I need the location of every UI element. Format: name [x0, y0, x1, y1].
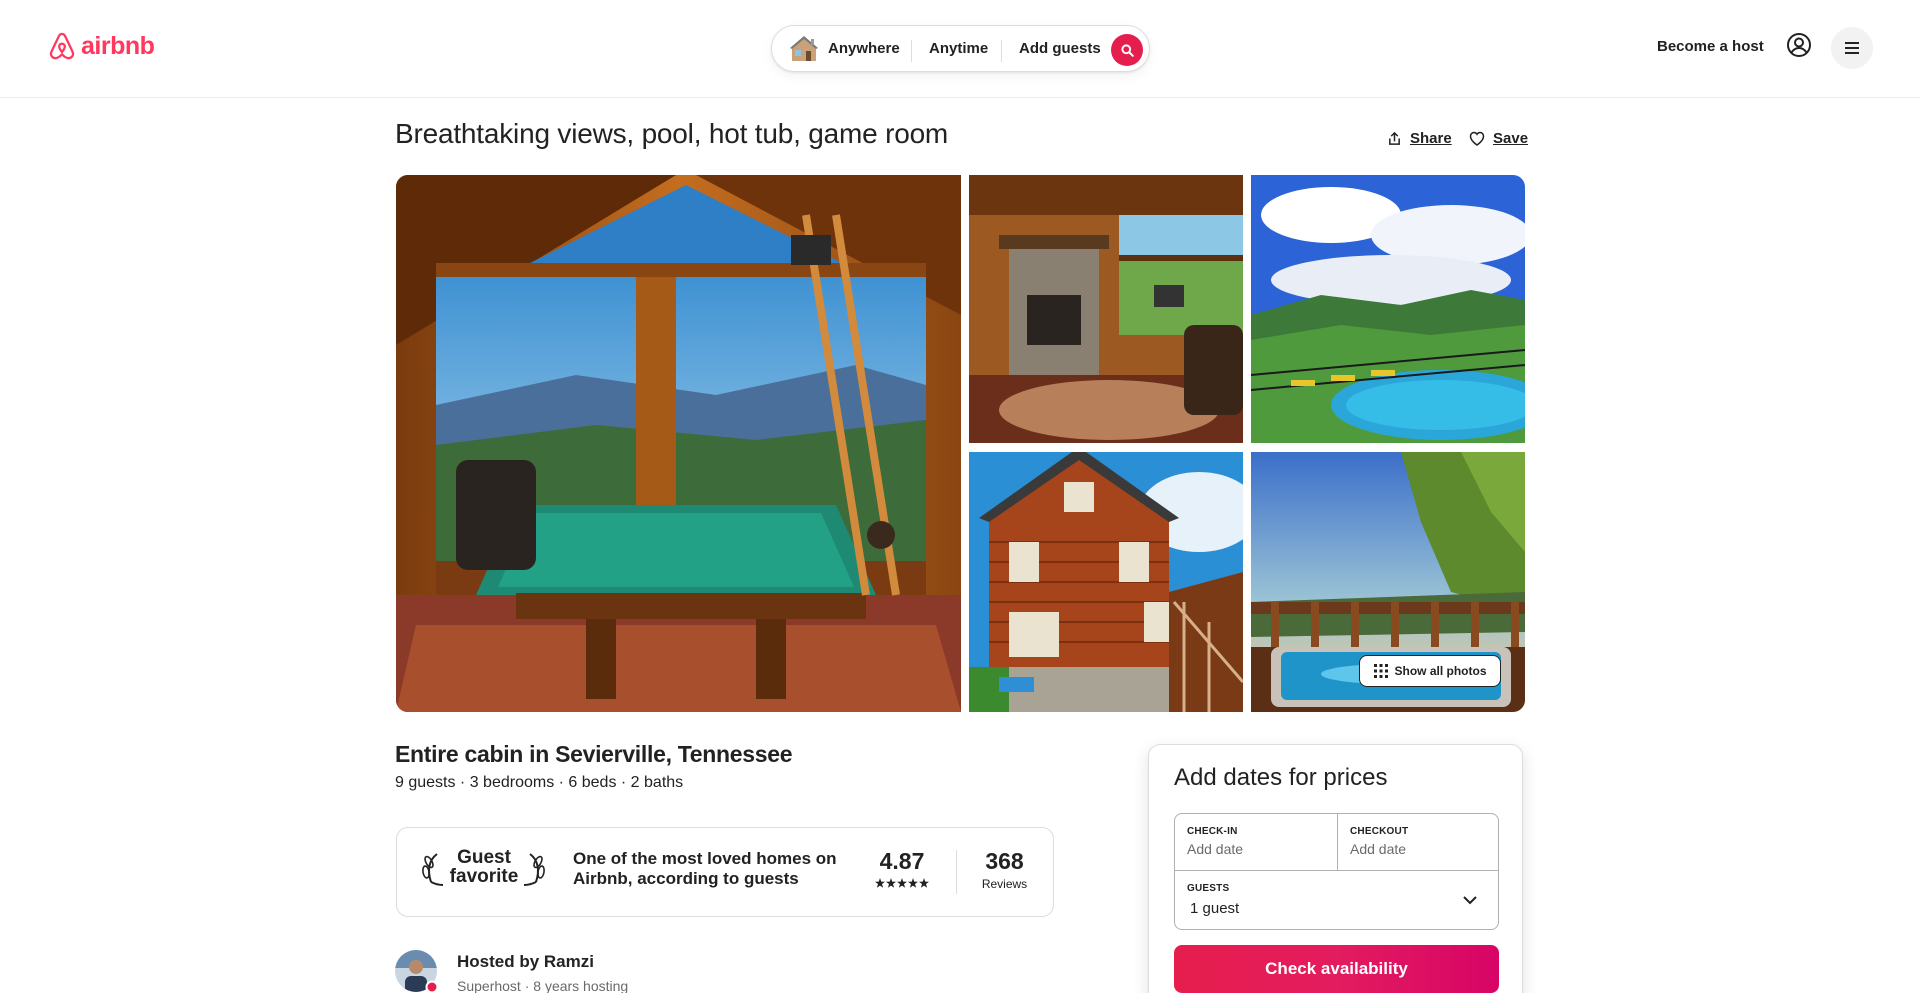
guests-label: GUESTS — [1187, 883, 1230, 894]
show-all-photos-button[interactable]: Show all photos — [1359, 655, 1501, 687]
checkin-label: CHECK-IN — [1187, 826, 1238, 837]
checkout-field[interactable]: CHECKOUT Add date — [1338, 814, 1500, 870]
share-label: Share — [1410, 130, 1452, 147]
main-menu-button[interactable] — [1831, 27, 1873, 69]
reviews-label: Reviews — [981, 877, 1028, 891]
guest-favorite-badge: Guest favorite — [421, 848, 546, 888]
show-all-photos-label: Show all photos — [1394, 664, 1487, 678]
host-meta: Superhost · 8 years hosting — [457, 978, 629, 993]
search-anywhere-button[interactable]: Anywhere — [828, 40, 900, 57]
save-label: Save — [1493, 130, 1529, 147]
booking-title: Add dates for prices — [1174, 764, 1388, 791]
guests-field[interactable]: GUESTS 1 guest — [1175, 871, 1500, 931]
listing-subtitle: Entire cabin in Sevierville, Tennessee — [395, 741, 793, 767]
guest-favorite-line2: favorite — [449, 866, 519, 887]
star-icon — [886, 878, 896, 888]
chevron-down-icon — [1463, 896, 1477, 905]
account-button[interactable] — [1782, 28, 1816, 62]
reviews-block[interactable]: 368 Reviews — [967, 848, 1042, 891]
rating-value: 4.87 — [879, 848, 925, 874]
photo-main-game-room[interactable] — [396, 175, 961, 712]
host-text: Hosted by Ramzi Superhost · 8 years host… — [457, 950, 628, 993]
photo-cabin-exterior[interactable] — [969, 452, 1243, 712]
photo-living-room[interactable] — [969, 175, 1243, 443]
share-icon — [1389, 131, 1400, 145]
star-icon — [875, 878, 885, 888]
photo-pool-view[interactable] — [1251, 175, 1525, 443]
rating-stars — [867, 878, 937, 888]
booking-inputs: CHECK-IN Add date CHECKOUT Add date GUES… — [1174, 813, 1499, 930]
hamburger-icon — [1845, 42, 1859, 54]
guests-value: 1 guest — [1190, 900, 1240, 917]
checkout-value: Add date — [1350, 841, 1407, 857]
airbnb-logo-icon — [49, 32, 75, 60]
search-icon — [1120, 43, 1134, 57]
laurel-left-icon — [422, 853, 443, 886]
airbnb-logo-text: airbnb — [81, 31, 155, 60]
host-name: Hosted by Ramzi — [457, 952, 594, 971]
listing-details: 9 guests · 3 bedrooms · 6 beds · 2 baths — [395, 774, 684, 791]
grid-icon — [1373, 664, 1388, 678]
search-submit-button[interactable] — [1111, 34, 1143, 66]
reviews-count: 368 — [985, 848, 1024, 874]
listing-title: Breathtaking views, pool, hot tub, game … — [395, 118, 949, 149]
heart-icon — [1469, 131, 1485, 146]
star-icon — [897, 878, 907, 888]
star-icon — [908, 878, 918, 888]
star-icon — [919, 878, 929, 888]
booking-card: Add dates for prices CHECK-IN Add date C… — [1148, 744, 1523, 993]
share-button[interactable]: Share — [1387, 130, 1452, 147]
house-icon — [789, 35, 819, 68]
laurel-right-icon — [524, 853, 545, 886]
become-host-link[interactable]: Become a host — [1657, 38, 1764, 55]
search-add-guests-button[interactable]: Add guests — [1019, 40, 1101, 57]
save-button[interactable]: Save — [1469, 130, 1528, 147]
checkout-label: CHECKOUT — [1350, 826, 1409, 837]
guest-favorite-description: One of the most loved homes on Airbnb, a… — [573, 849, 837, 888]
search-divider — [1001, 40, 1002, 62]
guest-favorite-text: Guest favorite — [449, 848, 519, 886]
host-avatar[interactable] — [395, 950, 439, 993]
search-anytime-button[interactable]: Anytime — [929, 40, 988, 57]
top-header: airbnb Anywhere Anytime Add guests Becom… — [0, 0, 1920, 98]
search-bar[interactable]: Anywhere Anytime Add guests — [771, 25, 1150, 72]
search-divider — [911, 40, 912, 62]
host-summary[interactable]: Hosted by Ramzi Superhost · 8 years host… — [395, 950, 628, 993]
superhost-badge-icon — [425, 980, 439, 993]
rating-block: 4.87 — [867, 848, 937, 888]
guest-favorite-line1: Guest — [457, 847, 511, 868]
check-availability-button[interactable]: Check availability — [1174, 945, 1499, 993]
rating-divider — [956, 850, 957, 894]
airbnb-logo[interactable]: airbnb — [47, 30, 155, 62]
checkin-field[interactable]: CHECK-IN Add date — [1175, 814, 1337, 870]
user-circle-icon — [1787, 33, 1811, 57]
guest-favorite-card[interactable]: Guest favorite One of the most loved hom… — [396, 827, 1054, 917]
checkin-value: Add date — [1187, 841, 1244, 857]
